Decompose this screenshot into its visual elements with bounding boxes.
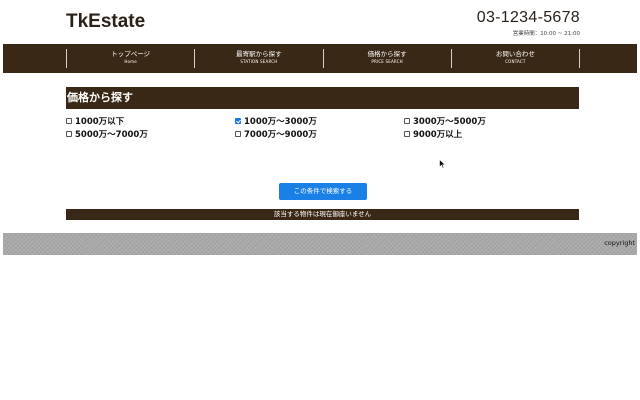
price-option-1000-3000[interactable]: 1000万〜3000万 [235, 114, 404, 127]
nav-item-contact[interactable]: お問い合わせ CONTACT [450, 49, 580, 68]
copyright-text: copyright [604, 239, 635, 247]
section-title: 価格から探す [66, 87, 579, 109]
price-option-5000-7000[interactable]: 5000万〜7000万 [66, 127, 235, 140]
main-nav: トップページ Home 最寄駅から探す STATION SEARCH 価格から探… [3, 44, 637, 73]
price-option-label: 1000万〜3000万 [244, 116, 317, 127]
nav-item-label: お問い合わせ [495, 50, 535, 58]
search-button[interactable]: この条件で検索する [279, 183, 367, 200]
nav-item-sublabel: PRICE SEARCH [371, 59, 403, 64]
checkbox[interactable] [66, 130, 72, 137]
result-message: 該当する物件は現在御座いません [66, 209, 579, 220]
price-option-label: 7000万〜9000万 [244, 129, 317, 140]
nav-items: トップページ Home 最寄駅から探す STATION SEARCH 価格から探… [66, 44, 580, 73]
checkbox[interactable] [404, 130, 410, 137]
price-option-label: 3000万〜5000万 [413, 116, 486, 127]
mouse-cursor-icon [439, 159, 446, 169]
site-header: TkEstate 03-1234-5678 営業時間：10:00 ~ 21:00 [0, 0, 640, 44]
price-option-3000-5000[interactable]: 3000万〜5000万 [404, 114, 579, 127]
checkbox[interactable] [66, 117, 72, 124]
nav-item-price-search[interactable]: 価格から探す PRICE SEARCH [322, 49, 451, 68]
price-options: 1000万以下 1000万〜3000万 3000万〜5000万 5000万〜70… [66, 114, 579, 140]
nav-item-home[interactable]: トップページ Home [66, 49, 194, 68]
nav-item-label: トップページ [111, 50, 151, 58]
checkbox[interactable] [404, 117, 410, 124]
nav-item-label: 最寄駅から探す [236, 50, 282, 58]
price-option-under-1000[interactable]: 1000万以下 [66, 114, 235, 127]
nav-item-sublabel: STATION SEARCH [240, 59, 278, 64]
business-hours: 営業時間：10:00 ~ 21:00 [512, 31, 580, 37]
price-option-label: 5000万〜7000万 [75, 129, 148, 140]
checkbox[interactable] [235, 130, 241, 137]
nav-item-station-search[interactable]: 最寄駅から探す STATION SEARCH [194, 49, 322, 68]
nav-item-label: 価格から探す [367, 50, 407, 58]
price-option-label: 9000万以上 [413, 129, 463, 140]
price-option-over-9000[interactable]: 9000万以上 [404, 127, 579, 140]
checkbox[interactable] [235, 117, 241, 124]
nav-item-sublabel: CONTACT [505, 59, 526, 64]
price-option-7000-9000[interactable]: 7000万〜9000万 [235, 127, 404, 140]
site-logo[interactable]: TkEstate [66, 11, 145, 33]
site-footer: copyright [3, 233, 637, 255]
price-option-label: 1000万以下 [75, 116, 125, 127]
nav-item-sublabel: Home [124, 59, 137, 64]
phone-number: 03-1234-5678 [476, 9, 580, 26]
